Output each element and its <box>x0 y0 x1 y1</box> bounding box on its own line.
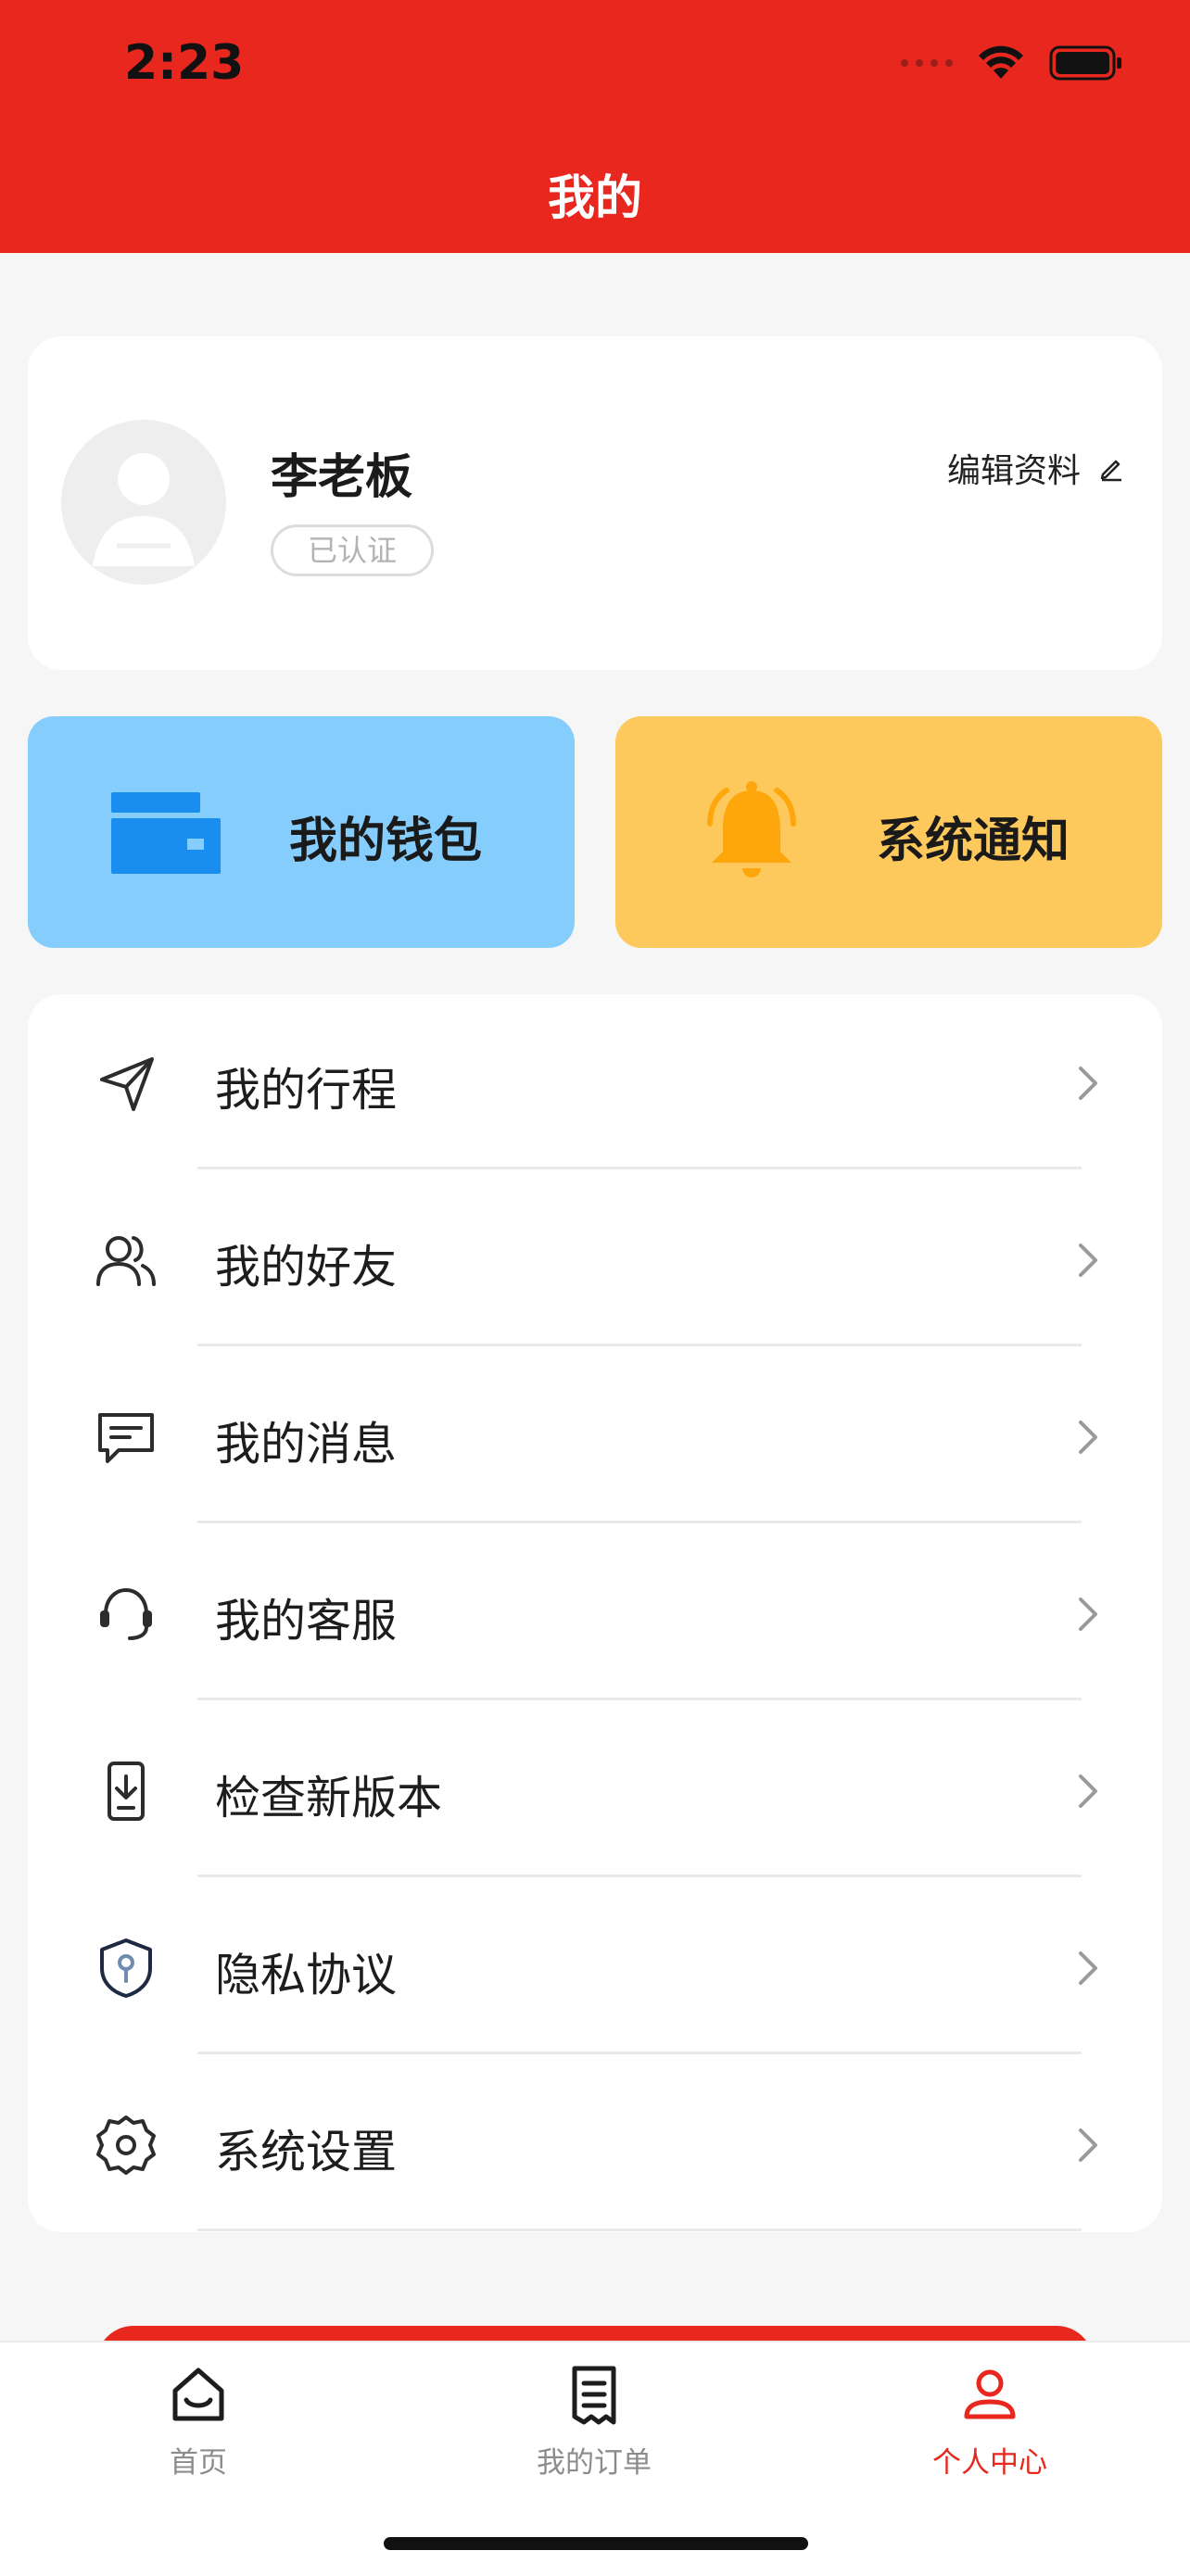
menu-item-settings[interactable]: 系统设置 <box>28 2056 1162 2232</box>
battery-icon <box>1049 45 1121 81</box>
divider <box>197 1521 1082 1523</box>
notification-label: 系统通知 <box>877 814 1070 869</box>
menu-item-messages[interactable]: 我的消息 <box>28 1348 1162 1525</box>
wallet-label: 我的钱包 <box>289 814 483 869</box>
shield-icon <box>100 1938 152 1998</box>
tab-label: 个人中心 <box>932 2446 1047 2480</box>
tab-orders[interactable]: 我的订单 <box>474 2365 715 2504</box>
tab-profile[interactable]: 个人中心 <box>869 2365 1110 2504</box>
message-icon <box>98 1413 154 1463</box>
profile-card: 李老板 已认证 编辑资料 <box>28 336 1162 670</box>
edit-profile-label: 编辑资料 <box>946 452 1081 490</box>
chevron-right-icon <box>1079 1244 1097 1277</box>
tab-home[interactable]: 首页 <box>78 2365 319 2504</box>
divider <box>197 1875 1082 1877</box>
home-indicator <box>384 2537 808 2550</box>
friends-icon <box>96 1236 156 1286</box>
menu-item-label: 我的好友 <box>215 1241 398 1294</box>
person-icon <box>964 2369 1016 2419</box>
menu-list: 我的行程 我的好友 我的消息 我的客服 检查新版本 隐私协议 系统设置 <box>28 994 1162 2232</box>
divider <box>197 1344 1082 1346</box>
chevron-right-icon <box>1079 1421 1097 1454</box>
download-icon <box>108 1762 145 1821</box>
page-title: 我的 <box>547 171 642 226</box>
receipt-icon <box>572 2366 616 2425</box>
menu-item-privacy[interactable]: 隐私协议 <box>28 1879 1162 2056</box>
navigation-icon <box>100 1057 154 1111</box>
divider <box>197 2229 1082 2231</box>
wallet-icon <box>111 792 221 874</box>
wallet-tile[interactable]: 我的钱包 <box>28 716 575 948</box>
gear-icon <box>96 2115 156 2175</box>
tab-label: 首页 <box>170 2446 227 2480</box>
username: 李老板 <box>271 450 413 505</box>
menu-item-label: 隐私协议 <box>215 1949 398 2001</box>
chevron-right-icon <box>1079 1597 1097 1631</box>
home-icon <box>172 2368 224 2421</box>
menu-item-friends[interactable]: 我的好友 <box>28 1171 1162 1348</box>
avatar[interactable] <box>61 420 226 585</box>
menu-item-label: 系统设置 <box>215 2126 398 2178</box>
wifi-icon <box>979 45 1023 79</box>
divider <box>197 2052 1082 2054</box>
bell-icon <box>707 781 796 878</box>
tab-label: 我的订单 <box>537 2446 652 2480</box>
chevron-right-icon <box>1079 2128 1097 2162</box>
app-header: 2:23 我的 <box>0 0 1190 253</box>
status-icons <box>901 44 1123 82</box>
divider <box>197 1167 1082 1169</box>
menu-item-label: 我的行程 <box>215 1064 398 1117</box>
menu-item-label: 检查新版本 <box>215 1772 443 1825</box>
verified-badge: 已认证 <box>271 524 434 576</box>
divider <box>197 1698 1082 1700</box>
pencil-icon <box>1100 460 1121 482</box>
menu-item-trips[interactable]: 我的行程 <box>28 994 1162 1171</box>
chevron-right-icon <box>1079 1774 1097 1808</box>
signal-icon <box>901 59 953 67</box>
menu-item-customer-service[interactable]: 我的客服 <box>28 1525 1162 1702</box>
status-time: 2:23 <box>124 35 245 91</box>
notification-tile[interactable]: 系统通知 <box>615 716 1162 948</box>
edit-profile-button[interactable]: 编辑资料 <box>947 444 1125 492</box>
default-avatar-icon <box>93 453 195 566</box>
chevron-right-icon <box>1079 1951 1097 1985</box>
menu-item-label: 我的客服 <box>215 1595 398 1648</box>
menu-item-label: 我的消息 <box>215 1418 398 1471</box>
chevron-right-icon <box>1079 1067 1097 1100</box>
menu-item-check-update[interactable]: 检查新版本 <box>28 1702 1162 1879</box>
headset-icon <box>100 1587 152 1640</box>
